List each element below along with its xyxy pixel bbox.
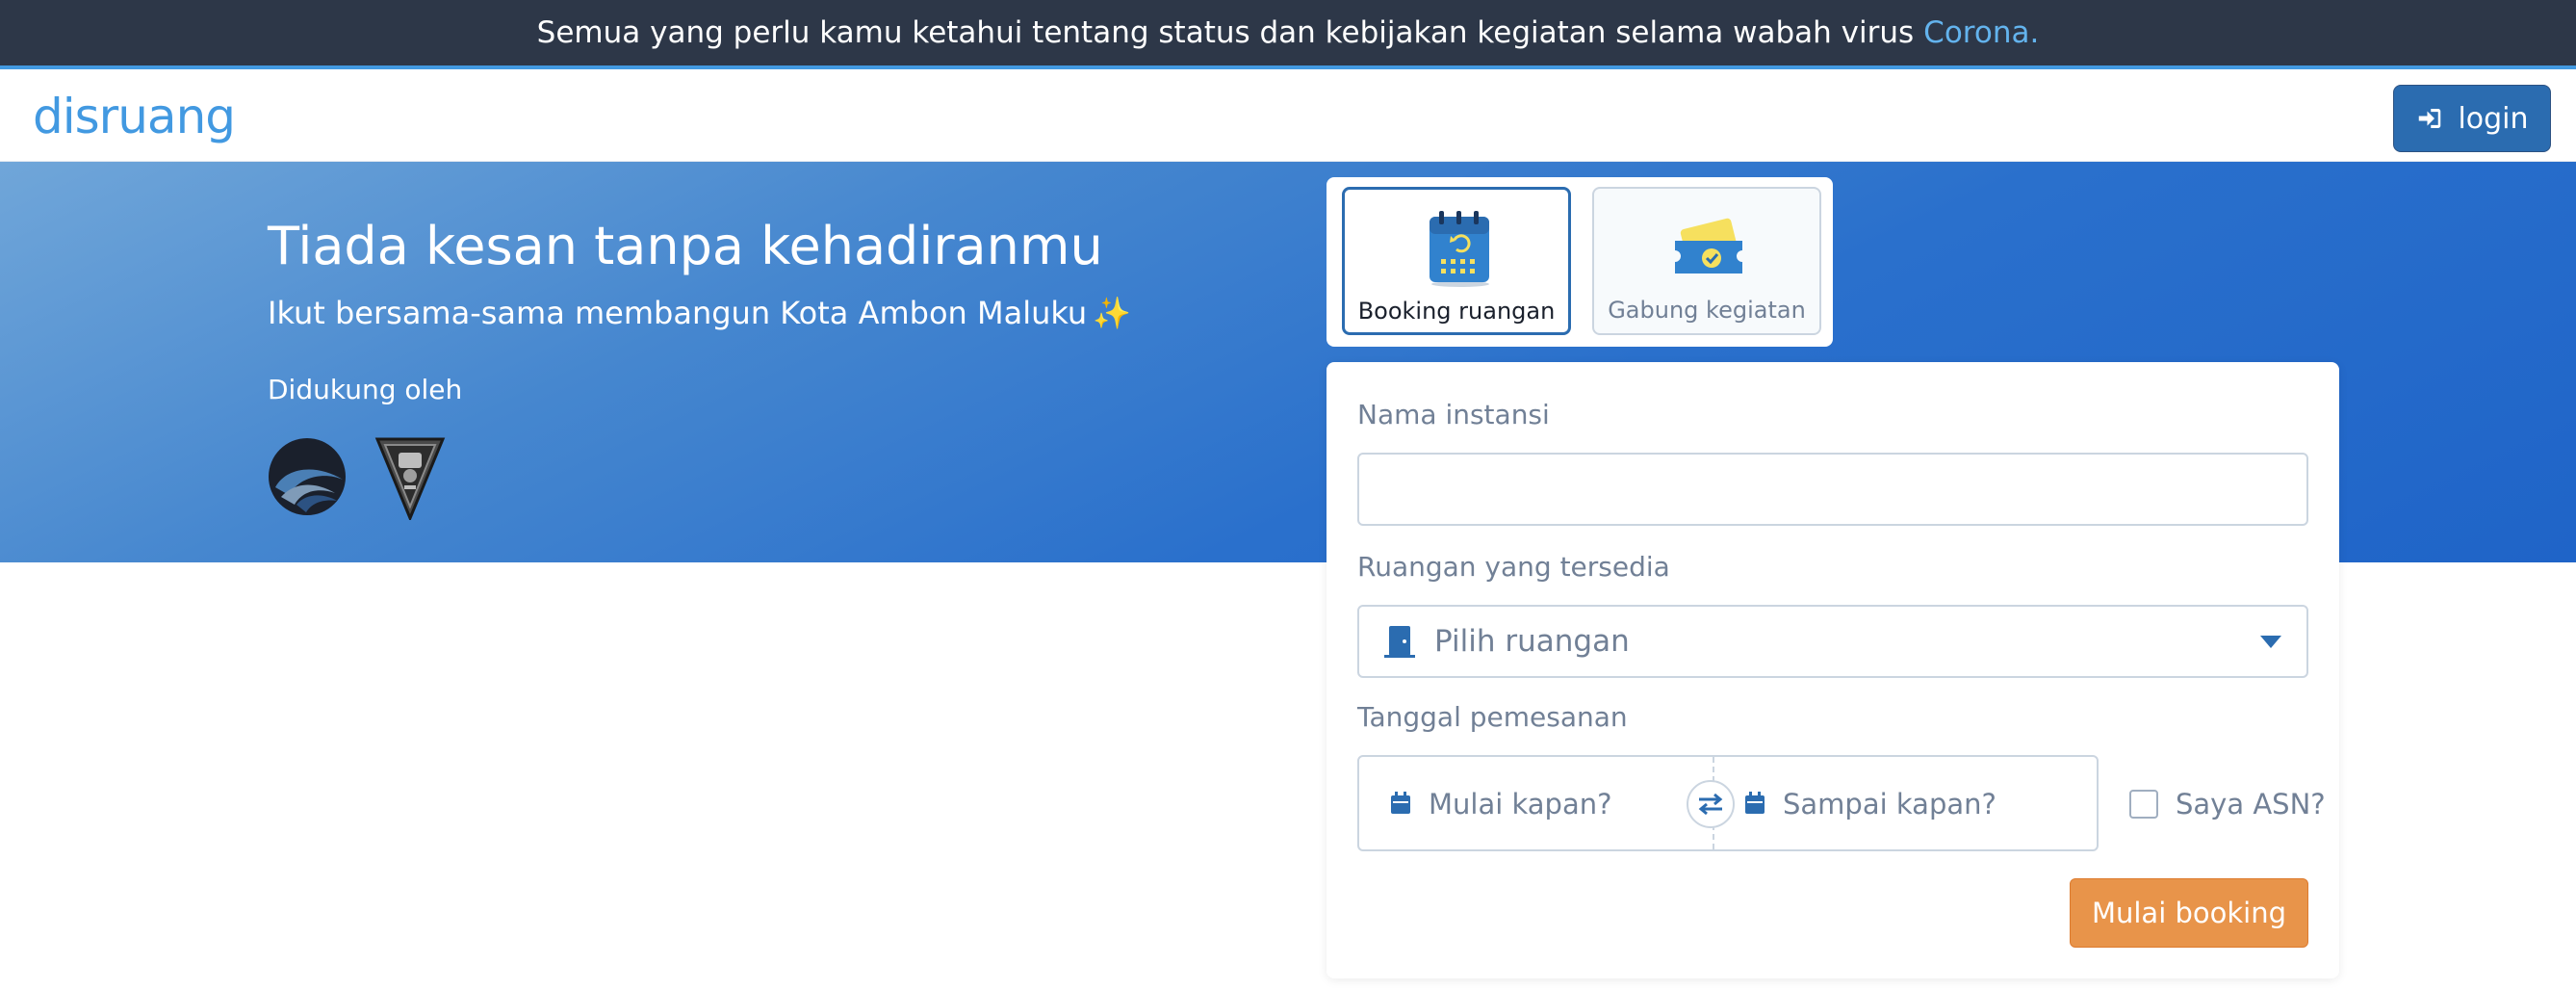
mulai-booking-button[interactable]: Mulai booking (2070, 878, 2308, 948)
supported-by-label: Didukung oleh (268, 374, 463, 405)
calendar-small-icon (1391, 792, 1410, 814)
swap-dates-button[interactable] (1687, 780, 1735, 828)
tab-join-label: Gabung kegiatan (1608, 297, 1806, 324)
sparkles-icon: ✨ (1093, 295, 1132, 331)
hero-subtitle: Ikut bersama-sama membangun Kota Ambon M… (268, 295, 1131, 331)
asn-label: Saya ASN? (2176, 788, 2326, 821)
login-button[interactable]: login (2393, 85, 2551, 152)
instansi-label: Nama instansi (1357, 399, 1550, 430)
start-date-field[interactable]: Mulai kapan? (1359, 757, 1712, 849)
sign-in-icon (2419, 109, 2441, 128)
tab-booking-ruangan[interactable]: Booking ruangan (1342, 187, 1571, 335)
hero-title: Tiada kesan tanpa kehadiranmu (268, 216, 1103, 276)
booking-form: Nama instansi Ruangan yang tersedia Pili… (1327, 362, 2339, 978)
ruangan-select[interactable]: Pilih ruangan (1357, 605, 2308, 678)
end-date-placeholder: Sampai kapan? (1783, 788, 1996, 821)
chevron-down-icon (2260, 636, 2281, 648)
calendar-icon (1430, 211, 1489, 287)
swap-icon (1698, 793, 1723, 816)
tanggal-label: Tanggal pemesanan (1357, 701, 1628, 733)
booking-tabs: Booking ruangan Gabung kegiatan (1327, 177, 1833, 347)
asn-option[interactable]: Saya ASN? (2129, 788, 2326, 821)
navbar: disruang login (0, 69, 2576, 162)
logo[interactable]: disruang (33, 89, 236, 144)
login-label: login (2458, 101, 2529, 136)
sponsor-logo-ambon (374, 437, 446, 520)
announcement-text: Semua yang perlu kamu ketahui tentang st… (536, 15, 1915, 50)
corona-link[interactable]: Corona. (1923, 15, 2039, 50)
sponsor-logo-kominfo (269, 438, 346, 515)
start-date-placeholder: Mulai kapan? (1429, 788, 1612, 821)
tab-gabung-kegiatan[interactable]: Gabung kegiatan (1592, 187, 1821, 335)
ruangan-placeholder: Pilih ruangan (1434, 624, 1630, 659)
date-range-picker: Mulai kapan? Sampai kapan? (1357, 755, 2099, 851)
ticket-icon (1675, 218, 1742, 274)
instansi-input[interactable] (1357, 453, 2308, 526)
ruangan-label: Ruangan yang tersedia (1357, 551, 1670, 583)
asn-checkbox[interactable] (2129, 790, 2158, 819)
end-date-field[interactable]: Sampai kapan? (1713, 757, 2097, 849)
calendar-small-icon (1745, 792, 1765, 814)
announcement-bar: Semua yang perlu kamu ketahui tentang st… (0, 0, 2576, 69)
door-icon (1384, 626, 1415, 658)
hero-subtitle-text: Ikut bersama-sama membangun Kota Ambon M… (268, 295, 1088, 331)
tab-booking-label: Booking ruangan (1357, 298, 1556, 325)
